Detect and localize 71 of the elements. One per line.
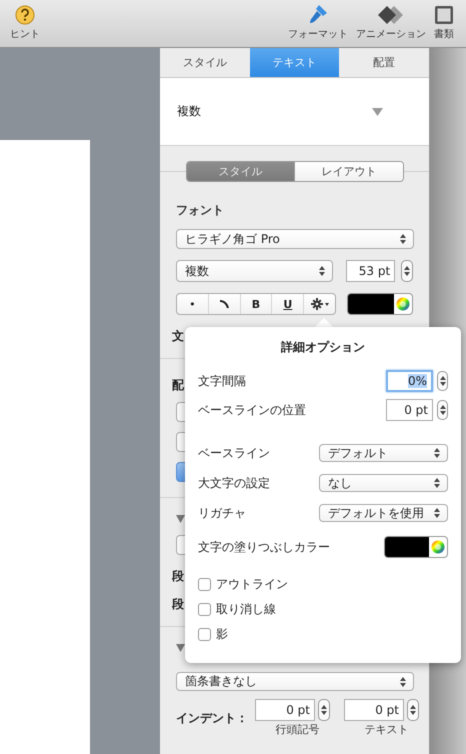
indent-field[interactable]: 0 pt [344, 699, 404, 721]
toolbar-button[interactable]: アニメーション [352, 0, 430, 47]
color-well[interactable] [347, 293, 413, 315]
section-label: 配 [172, 376, 185, 394]
toolbar-button[interactable]: ヒント [8, 0, 44, 47]
checkbox[interactable]: アウトライン [198, 576, 448, 593]
option-popup[interactable]: デフォルト [319, 444, 448, 462]
section-label: 段 [172, 568, 185, 584]
bullet-popup[interactable]: 箇条書きなし [176, 672, 414, 691]
dropdown-triangle-icon[interactable] [372, 108, 383, 116]
bold-button[interactable]: B [240, 294, 272, 314]
document-icon [434, 5, 454, 25]
disclosure-triangle-icon[interactable] [176, 644, 185, 652]
color-wheel-icon[interactable] [396, 297, 410, 311]
option-popup[interactable]: なし [319, 474, 448, 492]
typeface-popup[interactable]: 複数 [176, 260, 333, 282]
button[interactable] [176, 402, 185, 422]
disclosure-triangle-icon[interactable] [176, 515, 185, 523]
up-down-arrows-icon [400, 234, 406, 244]
toolbar-button[interactable]: 書類 [430, 0, 458, 47]
section-label: 段 [172, 596, 185, 612]
field-label: 文字の塗りつぶしカラー [198, 538, 331, 556]
option-popup[interactable]: デフォルトを使用 [319, 504, 448, 522]
button[interactable] [176, 535, 185, 555]
button[interactable] [176, 462, 185, 482]
field-caption: テキスト [364, 722, 408, 737]
paintbrush-icon [307, 3, 329, 25]
section-label: 文 [172, 328, 185, 344]
up-down-arrows-icon [434, 448, 440, 458]
up-down-arrows-icon [318, 266, 325, 276]
stepper[interactable] [407, 699, 419, 721]
stepper[interactable] [401, 260, 413, 282]
field-label: ベースラインの位置 [198, 402, 307, 418]
up-down-arrows-icon [434, 508, 440, 518]
up-down-arrows-icon [440, 405, 446, 415]
checkbox[interactable]: 影 [198, 626, 448, 643]
font-heading: フォント [176, 202, 225, 219]
stepper[interactable] [318, 699, 330, 721]
up-down-arrows-icon [410, 705, 416, 715]
button[interactable] [176, 432, 185, 452]
color-well[interactable] [384, 536, 448, 558]
up-down-arrows-icon [434, 478, 440, 488]
field-caption: 行頭記号 [276, 722, 320, 737]
gear-icon [310, 298, 329, 310]
indent-label: インデント： [176, 710, 249, 726]
field-label: ベースライン [198, 444, 271, 462]
stepper[interactable] [437, 400, 448, 420]
field-label: 大文字の設定 [198, 474, 271, 492]
popover-title: 詳細オプション [280, 339, 366, 356]
checkbox[interactable]: 取り消し線 [198, 601, 448, 618]
diamonds-icon [376, 5, 406, 25]
font-family-popup[interactable]: ヒラギノ角ゴ Pro [176, 229, 414, 249]
underline-button[interactable]: U [271, 294, 304, 314]
up-down-arrows-icon [404, 266, 410, 276]
up-down-arrows-icon [400, 676, 406, 686]
help-icon [15, 5, 35, 25]
number-field[interactable]: 0 pt [386, 399, 433, 421]
field-label: 文字間隔 [198, 372, 247, 390]
number-field[interactable]: 0% [386, 370, 433, 392]
up-down-arrows-icon [440, 376, 446, 386]
toolbar-button[interactable]: フォーマット [284, 0, 352, 47]
font-size-field[interactable]: 53 pt [346, 260, 396, 282]
paragraph-style-name[interactable]: 複数 [177, 103, 372, 120]
stepper[interactable] [437, 371, 448, 391]
bullet-button[interactable]: • [177, 294, 208, 314]
field-label: リガチャ [198, 504, 247, 522]
color-wheel-icon[interactable] [431, 540, 445, 554]
curve-icon [219, 299, 230, 309]
indent-field[interactable]: 0 pt [255, 699, 315, 721]
up-down-arrows-icon [321, 705, 327, 715]
segment-button[interactable]: レイアウト [294, 162, 402, 181]
